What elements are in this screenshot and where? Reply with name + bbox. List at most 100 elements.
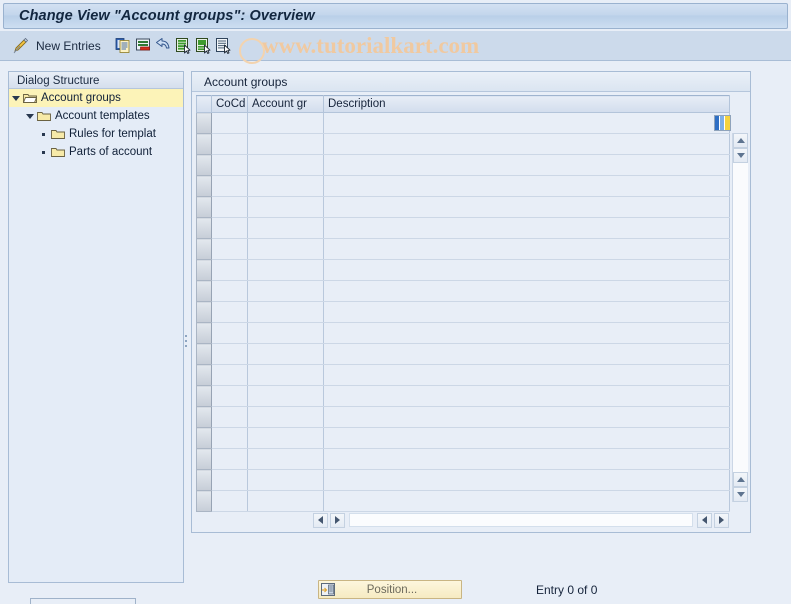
table-cell[interactable] bbox=[247, 427, 324, 449]
table-vertical-scrollbar[interactable] bbox=[732, 133, 748, 502]
table-cell[interactable] bbox=[211, 490, 248, 512]
arrow-right-icon[interactable] bbox=[330, 512, 345, 528]
table-cell[interactable] bbox=[211, 217, 248, 239]
table-row[interactable] bbox=[196, 238, 730, 260]
table-cell[interactable] bbox=[323, 343, 730, 365]
table-cell[interactable] bbox=[323, 385, 730, 407]
row-selector-cell[interactable] bbox=[196, 154, 212, 176]
table-cell[interactable] bbox=[211, 280, 248, 302]
table-cell[interactable] bbox=[247, 217, 324, 239]
table-cell[interactable] bbox=[211, 301, 248, 323]
row-selector-cell[interactable] bbox=[196, 133, 212, 155]
table-cell[interactable] bbox=[211, 112, 248, 134]
table-cell[interactable] bbox=[323, 280, 730, 302]
table-cell[interactable] bbox=[247, 238, 324, 260]
row-selector-cell[interactable] bbox=[196, 448, 212, 470]
chevron-down-icon[interactable] bbox=[23, 107, 36, 125]
table-cell[interactable] bbox=[247, 259, 324, 281]
table-cell[interactable] bbox=[247, 175, 324, 197]
table-row[interactable] bbox=[196, 469, 730, 491]
table-cell[interactable] bbox=[211, 406, 248, 428]
panel-splitter-handle[interactable] bbox=[183, 332, 188, 354]
table-cell[interactable] bbox=[211, 154, 248, 176]
table-cell[interactable] bbox=[323, 406, 730, 428]
copy-as-button[interactable] bbox=[114, 35, 134, 57]
delete-button[interactable] bbox=[134, 35, 154, 57]
arrow-down-icon[interactable] bbox=[733, 487, 748, 502]
table-cell[interactable] bbox=[211, 259, 248, 281]
table-row[interactable] bbox=[196, 448, 730, 470]
row-selector-cell[interactable] bbox=[196, 406, 212, 428]
table-row[interactable] bbox=[196, 154, 730, 176]
new-entries-button[interactable]: New Entries bbox=[31, 35, 106, 57]
table-settings-icon[interactable] bbox=[714, 115, 731, 131]
row-selector-cell[interactable] bbox=[196, 343, 212, 365]
table-cell[interactable] bbox=[247, 301, 324, 323]
table-horizontal-scrollbar[interactable] bbox=[312, 512, 730, 528]
table-row[interactable] bbox=[196, 112, 730, 134]
table-row[interactable] bbox=[196, 490, 730, 512]
table-cell[interactable] bbox=[323, 301, 730, 323]
table-row[interactable] bbox=[196, 259, 730, 281]
table-cell[interactable] bbox=[211, 427, 248, 449]
table-cell[interactable] bbox=[247, 280, 324, 302]
undo-button[interactable] bbox=[154, 35, 174, 57]
table-row[interactable] bbox=[196, 217, 730, 239]
table-cell[interactable] bbox=[211, 322, 248, 344]
table-cell[interactable] bbox=[323, 154, 730, 176]
sidebar-item-account-templates[interactable]: Account templates bbox=[9, 107, 183, 125]
table-cell[interactable] bbox=[323, 238, 730, 260]
display-change-button[interactable] bbox=[11, 35, 31, 57]
table-row[interactable] bbox=[196, 343, 730, 365]
table-cell[interactable] bbox=[247, 469, 324, 491]
row-selector-cell[interactable] bbox=[196, 238, 212, 260]
row-selector-cell[interactable] bbox=[196, 217, 212, 239]
row-selector-cell[interactable] bbox=[196, 427, 212, 449]
table-cell[interactable] bbox=[247, 490, 324, 512]
table-row[interactable] bbox=[196, 385, 730, 407]
table-cell[interactable] bbox=[211, 385, 248, 407]
table-cell[interactable] bbox=[323, 217, 730, 239]
arrow-left-icon[interactable] bbox=[697, 512, 712, 528]
table-cell[interactable] bbox=[247, 364, 324, 386]
row-selector-cell[interactable] bbox=[196, 322, 212, 344]
table-row[interactable] bbox=[196, 364, 730, 386]
table-cell[interactable] bbox=[211, 133, 248, 155]
table-cell[interactable] bbox=[211, 364, 248, 386]
sidebar-item-parts-of-account[interactable]: Parts of account bbox=[9, 143, 183, 161]
row-selector-cell[interactable] bbox=[196, 490, 212, 512]
table-cell[interactable] bbox=[211, 238, 248, 260]
table-cell[interactable] bbox=[323, 322, 730, 344]
table-row[interactable] bbox=[196, 427, 730, 449]
table-cell[interactable] bbox=[247, 196, 324, 218]
table-cell[interactable] bbox=[247, 133, 324, 155]
table-cell[interactable] bbox=[323, 427, 730, 449]
row-selector-cell[interactable] bbox=[196, 175, 212, 197]
row-selector-cell[interactable] bbox=[196, 301, 212, 323]
table-cell[interactable] bbox=[247, 112, 324, 134]
variant-button[interactable] bbox=[214, 35, 234, 57]
table-row[interactable] bbox=[196, 196, 730, 218]
table-cell[interactable] bbox=[323, 490, 730, 512]
sidebar-item-account-groups[interactable]: Account groups bbox=[9, 89, 183, 107]
sidebar-item-rules-for-templates[interactable]: Rules for templat bbox=[9, 125, 183, 143]
table-cell[interactable] bbox=[247, 154, 324, 176]
table-cell[interactable] bbox=[323, 133, 730, 155]
select-all-button[interactable] bbox=[174, 35, 194, 57]
table-row[interactable] bbox=[196, 406, 730, 428]
column-header-cocd[interactable]: CoCd bbox=[211, 95, 248, 113]
row-selector-cell[interactable] bbox=[196, 196, 212, 218]
table-cell[interactable] bbox=[323, 469, 730, 491]
row-selector-cell[interactable] bbox=[196, 112, 212, 134]
table-row[interactable] bbox=[196, 322, 730, 344]
row-selector-cell[interactable] bbox=[196, 385, 212, 407]
row-selector-cell[interactable] bbox=[196, 259, 212, 281]
arrow-down-icon[interactable] bbox=[733, 148, 748, 163]
table-cell[interactable] bbox=[323, 112, 730, 134]
table-row[interactable] bbox=[196, 175, 730, 197]
table-cell[interactable] bbox=[211, 469, 248, 491]
table-cell[interactable] bbox=[211, 196, 248, 218]
column-header-account-group[interactable]: Account gr bbox=[247, 95, 324, 113]
position-button[interactable]: Position... bbox=[318, 580, 462, 599]
arrow-up-icon[interactable] bbox=[733, 133, 748, 148]
